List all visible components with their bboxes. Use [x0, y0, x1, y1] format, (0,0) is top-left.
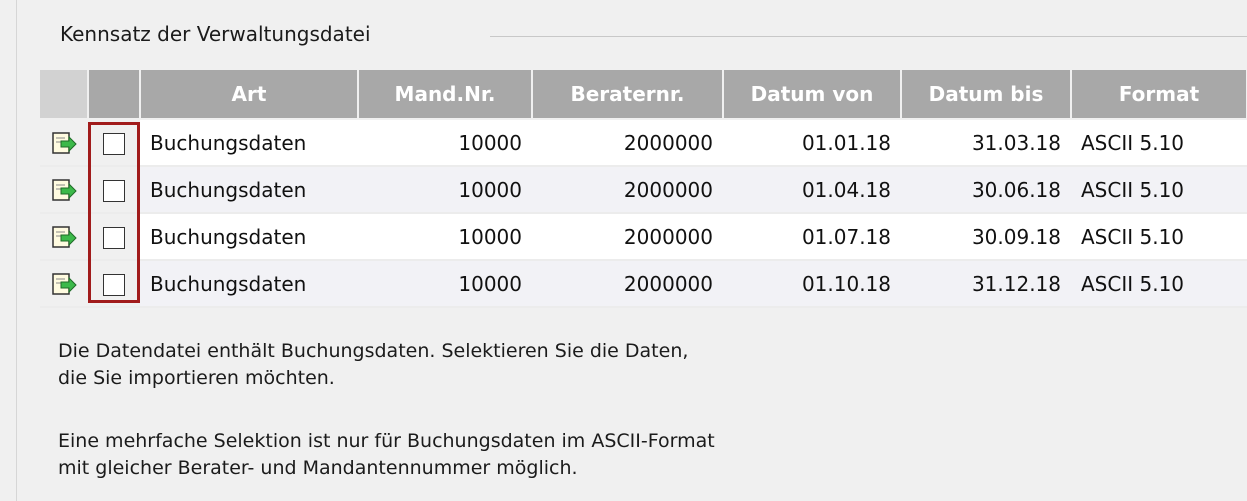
- row-checkbox-cell: [88, 213, 140, 261]
- info-line-3: Eine mehrfache Selektion ist nur für Buc…: [58, 430, 715, 452]
- cell-beraternr: 2000000: [532, 119, 723, 167]
- row-icon-cell: [40, 260, 88, 308]
- cell-mand-nr: 10000: [358, 166, 532, 214]
- cell-art: Buchungsdaten: [140, 119, 358, 167]
- info-line-1: Die Datendatei enthält Buchungsdaten. Se…: [58, 340, 689, 362]
- row-checkbox-cell: [88, 166, 140, 214]
- cell-beraternr: 2000000: [532, 213, 723, 261]
- cell-datum-von: 01.10.18: [723, 260, 901, 308]
- header-datum-von[interactable]: Datum von: [723, 70, 902, 120]
- data-table: Art Mand.Nr. Beraternr. Datum von Datum …: [40, 70, 1247, 308]
- import-document-icon: [52, 179, 77, 201]
- table-header-row: Art Mand.Nr. Beraternr. Datum von Datum …: [40, 70, 1247, 120]
- import-document-icon: [52, 273, 77, 295]
- row-icon-cell: [40, 119, 88, 167]
- cell-datum-von: 01.04.18: [723, 166, 901, 214]
- table-row[interactable]: Buchungsdaten 10000 2000000 01.07.18 30.…: [40, 213, 1247, 261]
- cell-datum-bis: 31.03.18: [901, 119, 1071, 167]
- info-line-2: die Sie importieren möchten.: [58, 367, 335, 389]
- cell-datum-bis: 30.09.18: [901, 213, 1071, 261]
- table-row[interactable]: Buchungsdaten 10000 2000000 01.01.18 31.…: [40, 119, 1247, 167]
- header-format[interactable]: Format: [1071, 70, 1247, 120]
- table-row[interactable]: Buchungsdaten 10000 2000000 01.10.18 31.…: [40, 260, 1247, 308]
- row-checkbox-cell: [88, 119, 140, 167]
- row-icon-cell: [40, 213, 88, 261]
- cell-mand-nr: 10000: [358, 213, 532, 261]
- row-checkbox[interactable]: [103, 179, 125, 202]
- cell-datum-von: 01.01.18: [723, 119, 901, 167]
- cell-art: Buchungsdaten: [140, 213, 358, 261]
- cell-format: ASCII 5.10: [1071, 260, 1247, 308]
- header-select-col[interactable]: [88, 70, 141, 120]
- cell-format: ASCII 5.10: [1071, 213, 1247, 261]
- cell-art: Buchungsdaten: [140, 166, 358, 214]
- cell-mand-nr: 10000: [358, 260, 532, 308]
- cell-datum-von: 01.07.18: [723, 213, 901, 261]
- cell-datum-bis: 31.12.18: [901, 260, 1071, 308]
- group-title: Kennsatz der Verwaltungsdatei: [60, 22, 379, 46]
- row-icon-cell: [40, 166, 88, 214]
- row-checkbox[interactable]: [103, 273, 125, 296]
- row-checkbox-cell: [88, 260, 140, 308]
- cell-datum-bis: 30.06.18: [901, 166, 1071, 214]
- import-document-icon: [52, 132, 77, 154]
- header-mand-nr[interactable]: Mand.Nr.: [358, 70, 533, 120]
- row-checkbox[interactable]: [103, 132, 125, 155]
- cell-beraternr: 2000000: [532, 260, 723, 308]
- info-line-4: mit gleicher Berater- und Mandantennumme…: [58, 457, 578, 479]
- header-art[interactable]: Art: [140, 70, 359, 120]
- row-checkbox[interactable]: [103, 226, 125, 249]
- header-datum-bis[interactable]: Datum bis: [901, 70, 1072, 120]
- cell-format: ASCII 5.10: [1071, 119, 1247, 167]
- group-divider: [490, 36, 1247, 37]
- cell-format: ASCII 5.10: [1071, 166, 1247, 214]
- header-icon-col: [40, 70, 89, 120]
- import-document-icon: [52, 226, 77, 248]
- cell-art: Buchungsdaten: [140, 260, 358, 308]
- cell-beraternr: 2000000: [532, 166, 723, 214]
- cell-mand-nr: 10000: [358, 119, 532, 167]
- header-beraternr[interactable]: Beraternr.: [532, 70, 724, 120]
- table-row[interactable]: Buchungsdaten 10000 2000000 01.04.18 30.…: [40, 166, 1247, 214]
